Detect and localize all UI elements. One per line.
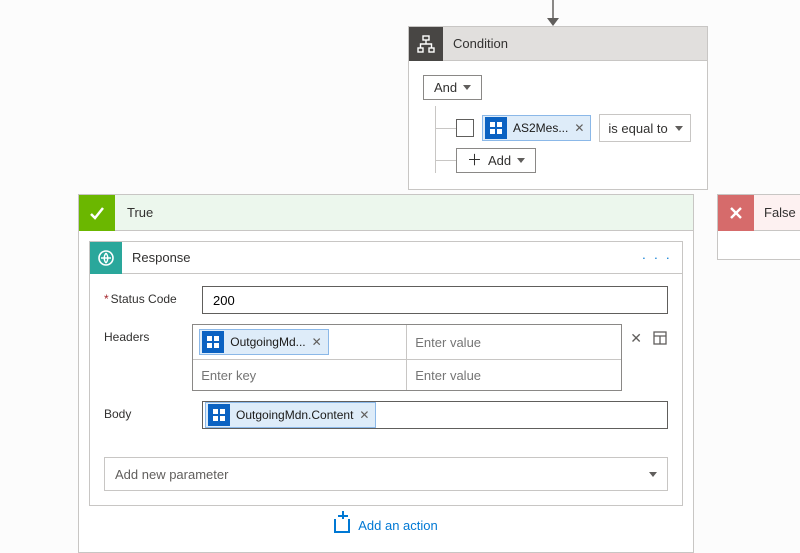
comparator-dropdown[interactable]: is equal to <box>599 114 691 142</box>
header-controls: ✕ <box>622 324 668 391</box>
chevron-down-icon <box>463 85 471 90</box>
condition-icon <box>409 27 443 61</box>
true-branch-card: True Response · · · Status Code Headers <box>78 194 694 553</box>
logic-operator-label: And <box>434 80 457 95</box>
condition-tree: AS2Mes... ✕ is equal to ＋ Add <box>435 106 693 173</box>
body-label: Body <box>104 401 202 421</box>
add-parameter-dropdown[interactable]: Add new parameter <box>104 457 668 491</box>
headers-label: Headers <box>104 324 192 344</box>
clear-header-icon[interactable]: ✕ <box>630 330 642 347</box>
logic-operator-dropdown[interactable]: And <box>423 75 482 100</box>
token-remove-icon[interactable]: ✕ <box>574 121 584 135</box>
header-key-cell[interactable]: OutgoingMd... ✕ <box>193 325 407 360</box>
response-header[interactable]: Response · · · <box>90 242 682 274</box>
condition-checkbox[interactable] <box>456 119 474 137</box>
body-row: Body OutgoingMdn.Content ✕ <box>104 401 668 429</box>
false-header[interactable]: False <box>718 195 800 231</box>
response-menu-icon[interactable]: · · · <box>642 250 682 265</box>
status-code-value[interactable] <box>211 292 659 309</box>
false-x-icon <box>718 195 754 231</box>
add-action-row: Add an action <box>79 506 693 552</box>
header-key-cell-2[interactable] <box>193 360 407 390</box>
false-branch-card: False <box>717 194 800 260</box>
headers-row: Headers OutgoingMd... ✕ <box>104 324 668 391</box>
token-label: AS2Mes... <box>513 121 568 135</box>
body-input[interactable]: OutgoingMdn.Content ✕ <box>202 401 668 429</box>
switch-mode-icon[interactable] <box>652 330 668 346</box>
token-remove-icon[interactable]: ✕ <box>312 335 322 349</box>
header-key-token[interactable]: OutgoingMd... ✕ <box>199 329 328 355</box>
token-label: OutgoingMdn.Content <box>236 408 353 422</box>
status-code-label: Status Code <box>104 286 202 306</box>
add-action-link[interactable]: Add an action <box>334 518 438 533</box>
header-value-input-2[interactable] <box>413 367 615 384</box>
header-value-cell[interactable] <box>407 325 621 360</box>
chevron-down-icon <box>517 158 525 163</box>
condition-header[interactable]: Condition <box>409 27 707 61</box>
condition-row: AS2Mes... ✕ is equal to <box>436 106 693 142</box>
tree-connector <box>436 160 456 161</box>
operand-token[interactable]: AS2Mes... ✕ <box>482 115 591 141</box>
false-title: False <box>754 205 796 220</box>
true-check-icon <box>79 195 115 231</box>
header-value-input[interactable] <box>413 334 615 351</box>
true-title: True <box>115 205 153 220</box>
condition-card: Condition And AS2Mes... ✕ is equal to <box>408 26 708 190</box>
add-action-label: Add an action <box>358 518 438 533</box>
true-header[interactable]: True <box>79 195 693 231</box>
add-parameter-label: Add new parameter <box>115 467 228 482</box>
add-condition-button[interactable]: ＋ Add <box>456 148 536 173</box>
response-title: Response <box>122 250 642 265</box>
response-card: Response · · · Status Code Headers <box>89 241 683 506</box>
condition-body: And AS2Mes... ✕ is equal to <box>409 61 707 189</box>
comparator-label: is equal to <box>608 121 667 136</box>
status-code-input[interactable] <box>202 286 668 314</box>
response-icon <box>90 242 122 274</box>
token-icon <box>202 331 224 353</box>
add-action-icon <box>334 519 350 533</box>
header-key-input[interactable] <box>199 367 400 384</box>
body-token[interactable]: OutgoingMdn.Content ✕ <box>205 402 376 428</box>
response-body: Status Code Headers <box>90 274 682 449</box>
status-code-row: Status Code <box>104 286 668 314</box>
false-body <box>718 231 800 259</box>
tree-connector <box>436 128 456 129</box>
token-remove-icon[interactable]: ✕ <box>359 408 369 422</box>
token-icon <box>485 117 507 139</box>
headers-grid: OutgoingMd... ✕ <box>192 324 622 391</box>
plus-icon: ＋ <box>467 153 482 168</box>
add-label: Add <box>488 153 511 168</box>
condition-title: Condition <box>443 36 508 51</box>
chevron-down-icon <box>649 472 657 477</box>
token-icon <box>208 404 230 426</box>
header-value-cell-2[interactable] <box>407 360 621 390</box>
add-condition-row: ＋ Add <box>436 142 693 173</box>
token-label: OutgoingMd... <box>230 335 305 349</box>
arrow-down-icon <box>552 0 554 20</box>
